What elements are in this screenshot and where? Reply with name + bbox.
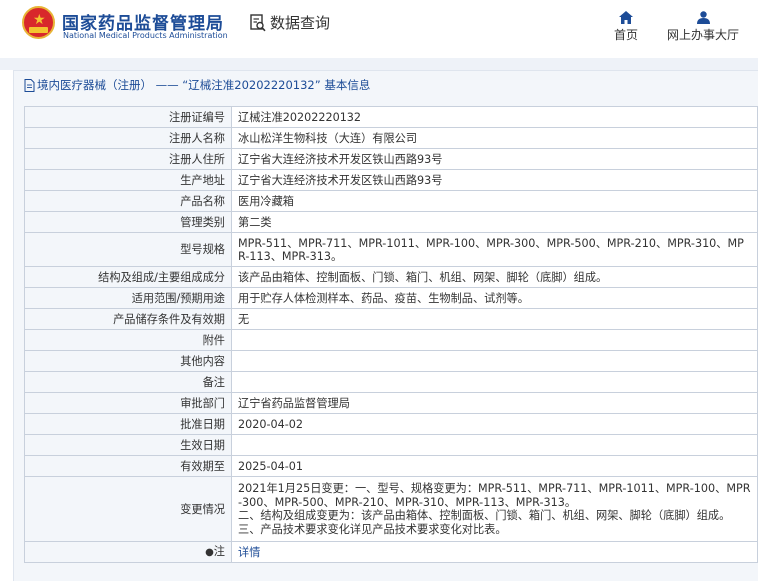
info-row: 注册人名称 冰山松洋生物科技（大连）有限公司 (24, 127, 758, 149)
field-value: 用于贮存人体检测样本、药品、疫苗、生物制品、试剂等。 (231, 287, 758, 309)
field-value: 第二类 (231, 211, 758, 233)
info-row: 产品名称 医用冷藏箱 (24, 190, 758, 212)
info-row: 产品储存条件及有效期无 (24, 308, 758, 330)
nav-online-office[interactable]: 网上办事大厅 (665, 8, 741, 43)
note-label: 注 (213, 545, 225, 558)
info-row: 变更情况 2021年1月25日变更：一、型号、规格变更为：MPR-511、MPR-… (24, 476, 758, 542)
field-value: 2021年1月25日变更：一、型号、规格变更为：MPR-511、MPR-711、… (231, 476, 758, 542)
field-value: 医用冷藏箱 (231, 190, 758, 212)
info-row: 备注 (24, 371, 758, 393)
field-value: 辽宁省药品监督管理局 (231, 392, 758, 414)
note-row: ●注 详情 (24, 541, 758, 563)
info-row: 型号规格 MPR-511、MPR-711、MPR-1011、MPR-100、MPR… (24, 232, 758, 267)
field-value: 冰山松洋生物科技（大连）有限公司 (231, 127, 758, 149)
home-icon (619, 10, 633, 24)
header-divider-band (0, 58, 758, 70)
field-label: 生效日期 (24, 434, 232, 456)
info-row: 注册人住所 辽宁省大连经济技术开发区铁山西路93号 (24, 148, 758, 170)
field-label: 注册证编号 (24, 106, 232, 128)
user-icon (696, 10, 710, 24)
national-emblem-logo (22, 6, 55, 39)
data-query-link[interactable]: 数据查询 (250, 12, 330, 33)
field-label: 产品储存条件及有效期 (24, 308, 232, 330)
info-row: 管理类别 第二类 (24, 211, 758, 233)
site-header: 国家药品监督管理局 National Medical Products Admi… (0, 0, 758, 62)
details-link[interactable]: 详情 (238, 546, 260, 559)
breadcrumb-text[interactable]: 境内医疗器械（注册） —— “辽械注准20202220132” 基本信息 (37, 77, 370, 93)
field-value: 该产品由箱体、控制面板、门锁、箱门、机组、网架、脚轮（底脚）组成。 (231, 266, 758, 288)
field-label: 型号规格 (24, 232, 232, 267)
field-label: 生产地址 (24, 169, 232, 191)
info-row: 其他内容 (24, 350, 758, 372)
field-label: 变更情况 (24, 476, 232, 542)
note-value-cell: 详情 (231, 541, 758, 563)
field-label: 其他内容 (24, 350, 232, 372)
info-row: 生产地址 辽宁省大连经济技术开发区铁山西路93号 (24, 169, 758, 191)
nav-home[interactable]: 首页 (613, 8, 639, 43)
data-query-label: 数据查询 (270, 14, 331, 32)
field-label: 审批部门 (24, 392, 232, 414)
document-icon (24, 78, 35, 92)
field-label: 注册人名称 (24, 127, 232, 149)
field-value: 辽宁省大连经济技术开发区铁山西路93号 (231, 148, 758, 170)
pin-icon: ● (205, 547, 214, 558)
breadcrumb: 境内医疗器械（注册） —— “辽械注准20202220132” 基本信息 (24, 77, 370, 93)
info-row: 生效日期 (24, 434, 758, 456)
field-label: 有效期至 (24, 455, 232, 477)
field-label: 产品名称 (24, 190, 232, 212)
field-value: MPR-511、MPR-711、MPR-1011、MPR-100、MPR-300… (231, 232, 758, 267)
info-row: 结构及组成/主要组成成分 该产品由箱体、控制面板、门锁、箱门、机组、网架、脚轮（底… (24, 266, 758, 288)
field-value (231, 350, 758, 372)
org-name-en: National Medical Products Administration (63, 31, 228, 40)
field-value: 2020-04-02 (231, 413, 758, 435)
field-value (231, 371, 758, 393)
field-label: 批准日期 (24, 413, 232, 435)
note-label-cell: ●注 (24, 541, 232, 563)
info-row: 注册证编号 辽械注准20202220132 (24, 106, 758, 128)
info-row: 附件 (24, 329, 758, 351)
document-search-icon (250, 13, 266, 31)
field-value: 2025-04-01 (231, 455, 758, 477)
info-row: 批准日期 2020-04-02 (24, 413, 758, 435)
field-value: 辽宁省大连经济技术开发区铁山西路93号 (231, 169, 758, 191)
field-label: 备注 (24, 371, 232, 393)
field-label: 结构及组成/主要组成成分 (24, 266, 232, 288)
registration-info-table: 注册证编号 辽械注准20202220132 注册人名称 冰山松洋生物科技（大连）有限公… (24, 106, 758, 563)
nav-home-label: 首页 (613, 28, 638, 42)
field-label: 附件 (24, 329, 232, 351)
info-row: 适用范围/预期用途 用于贮存人体检测样本、药品、疫苗、生物制品、试剂等。 (24, 287, 758, 309)
nav-online-office-label: 网上办事大厅 (666, 28, 739, 42)
field-value: 辽械注准20202220132 (231, 106, 758, 128)
field-label: 适用范围/预期用途 (24, 287, 232, 309)
field-value: 无 (231, 308, 758, 330)
field-label: 注册人住所 (24, 148, 232, 170)
field-value (231, 434, 758, 456)
field-value (231, 329, 758, 351)
info-row: 有效期至 2025-04-01 (24, 455, 758, 477)
detail-panel: 境内医疗器械（注册） —— “辽械注准20202220132” 基本信息 注册证… (13, 70, 758, 581)
field-label: 管理类别 (24, 211, 232, 233)
info-row: 审批部门 辽宁省药品监督管理局 (24, 392, 758, 414)
